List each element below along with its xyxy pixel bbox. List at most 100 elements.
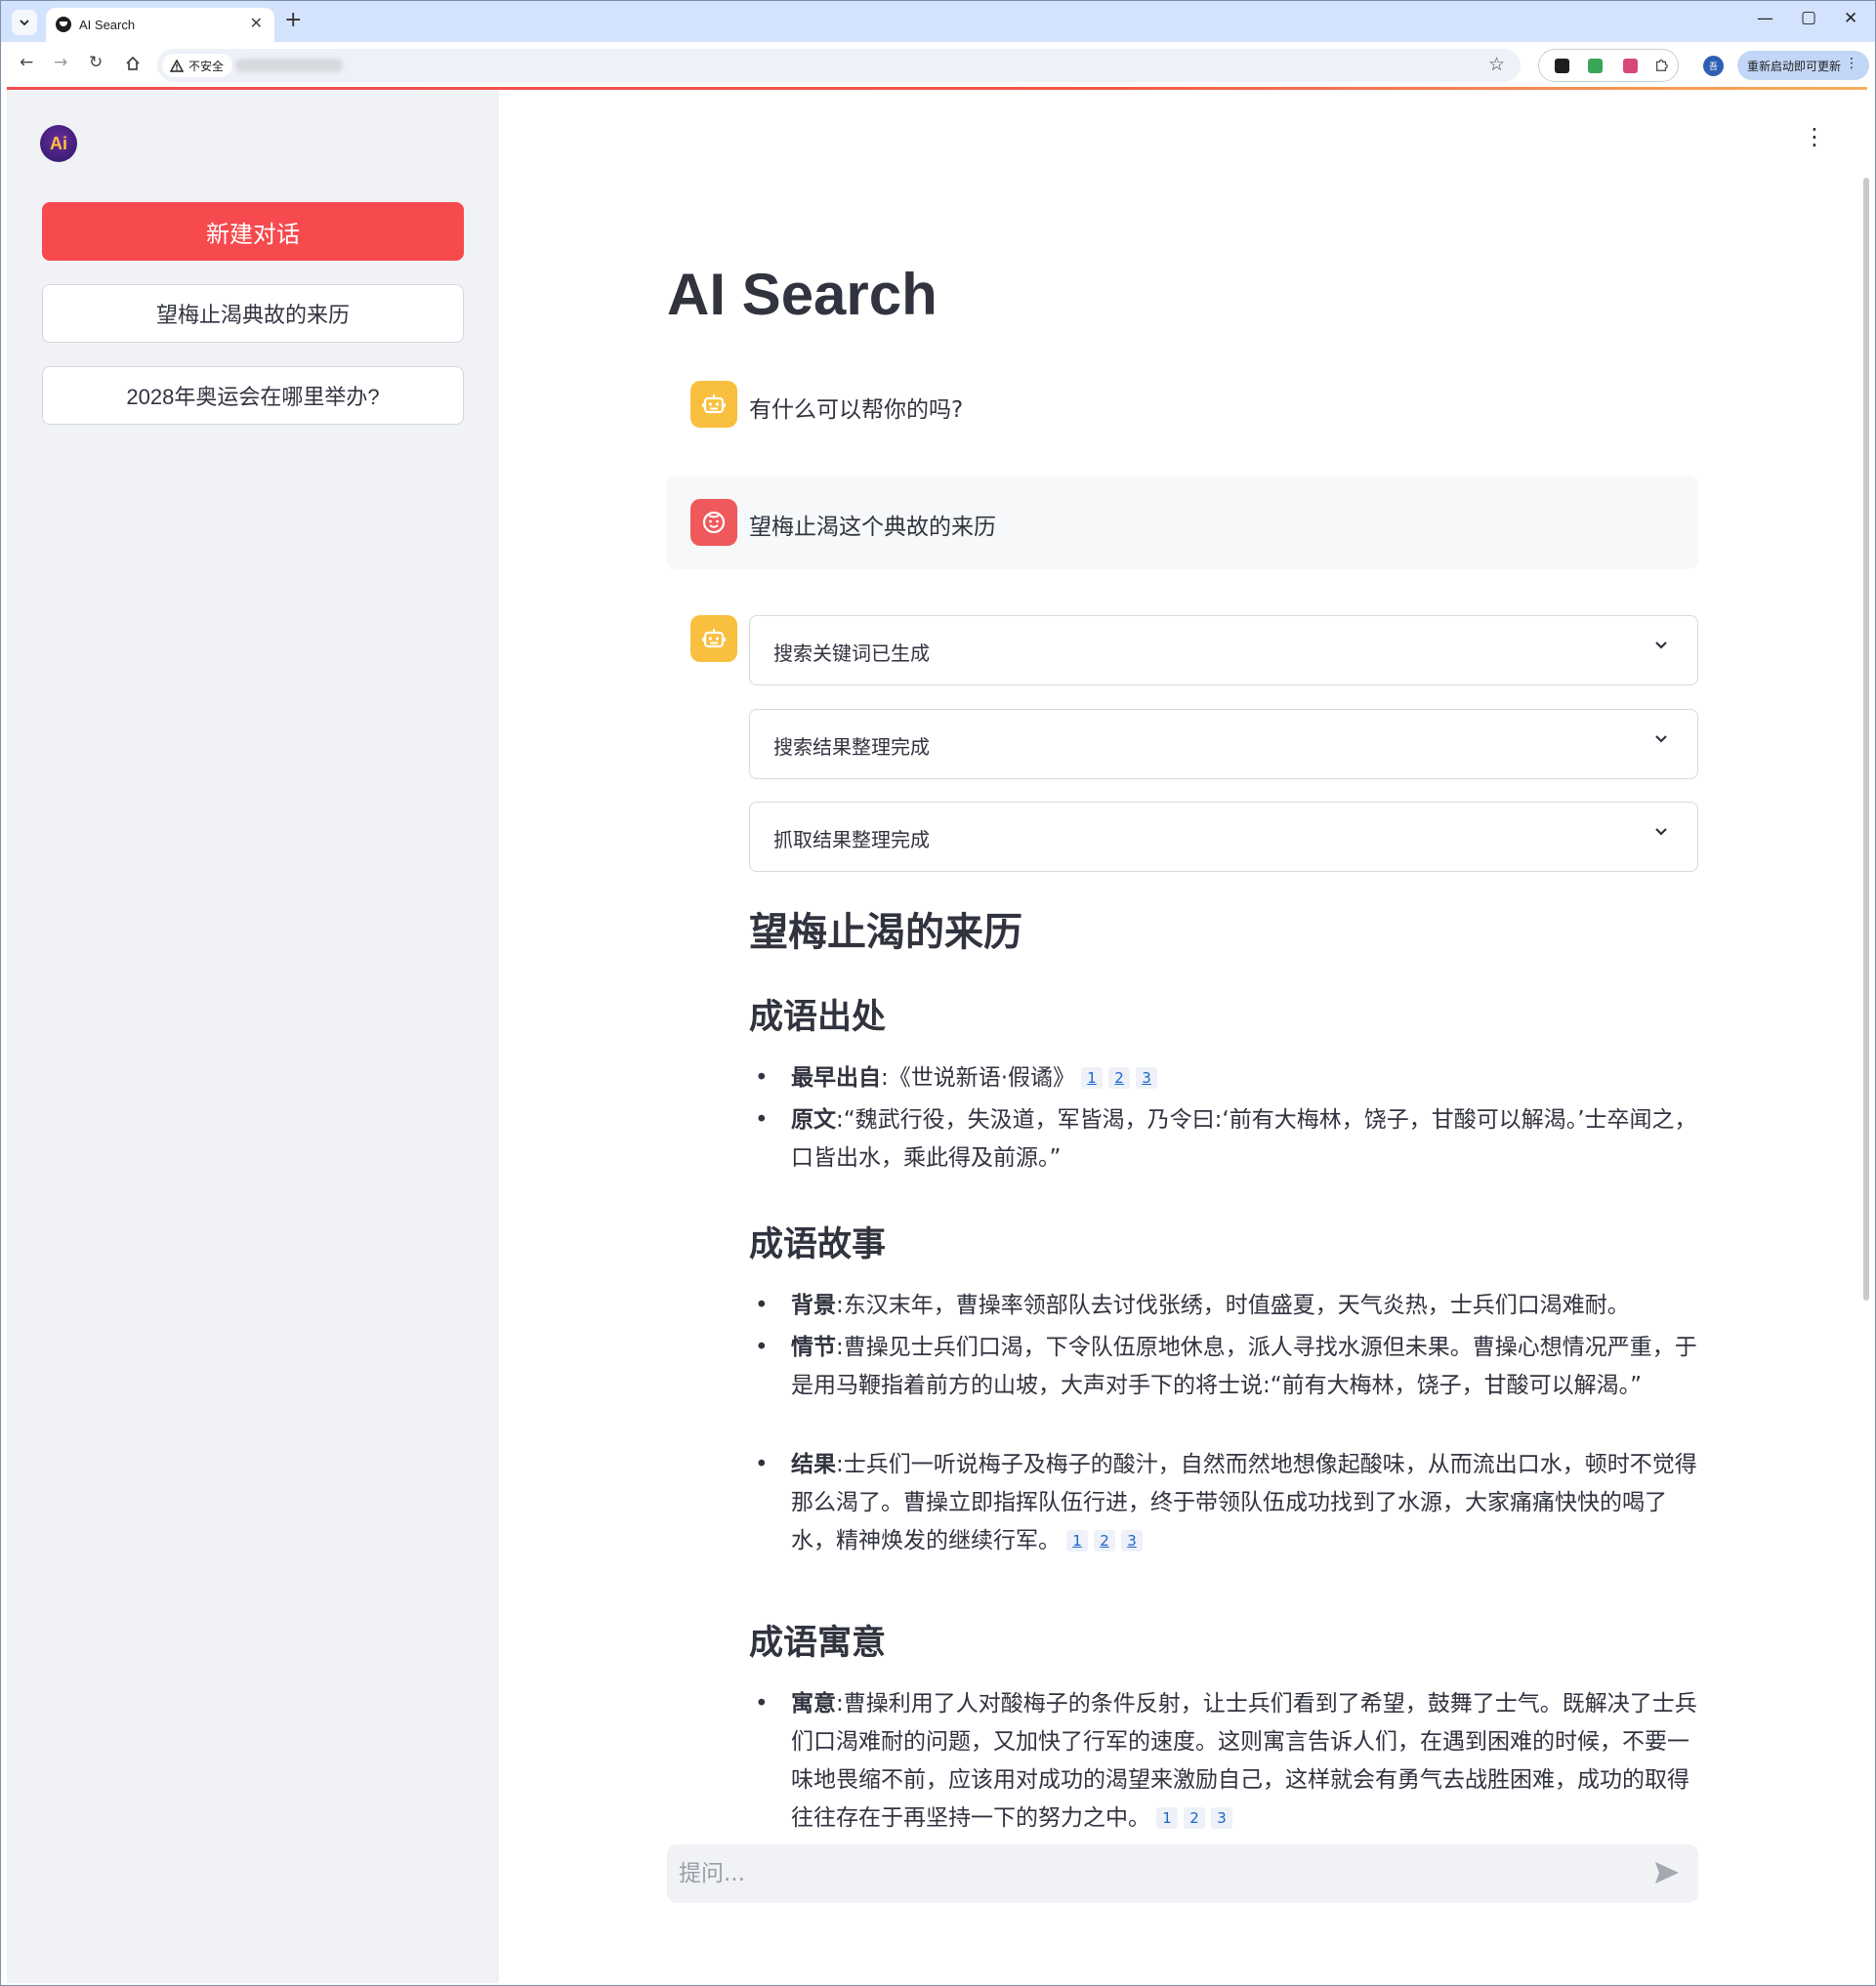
expander-label: 抓取结果整理完成 — [773, 828, 930, 851]
section-heading: 成语出处 — [749, 998, 887, 1037]
bullet-icon: • — [755, 1293, 769, 1318]
citation-link[interactable]: 3 — [1136, 1067, 1158, 1089]
bullet-icon: • — [755, 1691, 769, 1717]
bullet-icon: • — [755, 1452, 769, 1477]
history-item[interactable]: 望梅止渴典故的来历 — [42, 284, 464, 343]
item-term: 背景 — [791, 1293, 836, 1318]
new-tab-icon[interactable]: + — [284, 8, 302, 32]
item-text: 东汉末年，曹操率领部队去讨伐张绣，时值盛夏，天气炎热，士兵们口渴难耐。 — [843, 1293, 1630, 1318]
citation-link[interactable]: 1 — [1156, 1807, 1178, 1829]
step-expander-keywords[interactable]: 搜索关键词已生成 — [749, 615, 1698, 685]
tab-search-button[interactable] — [12, 10, 37, 35]
minimize-icon[interactable]: — — [1757, 9, 1773, 28]
answer-title: 望梅止渴的来历 — [749, 910, 1022, 955]
citation-link[interactable]: 1 — [1066, 1530, 1088, 1552]
item-sep: : — [836, 1107, 844, 1133]
maximize-icon[interactable]: ▢ — [1801, 8, 1816, 27]
new-chat-button[interactable]: 新建对话 — [42, 202, 464, 261]
page-title: AI Search — [667, 262, 938, 327]
chevron-down-icon — [20, 20, 29, 26]
chevron-down-icon — [1655, 735, 1667, 743]
forward-icon[interactable]: → — [54, 53, 67, 72]
bot-avatar — [690, 615, 737, 662]
section-heading: 成语故事 — [749, 1225, 887, 1264]
citation-link[interactable]: 2 — [1094, 1530, 1115, 1552]
item-text: 曹操见士兵们口渴，下令队伍原地休息，派人寻找水源但未果。曹操心想情况严重，于是用… — [791, 1335, 1697, 1398]
security-chip[interactable]: 不安全 — [162, 54, 233, 77]
more-options-icon[interactable]: ⋮ — [1803, 125, 1826, 148]
item-text: 士兵们一听说梅子及梅子的酸汁，自然而然地想像起酸味，从而流出口水，顿时不觉得那么… — [791, 1452, 1697, 1553]
tab-strip: AI Search ✕ + — ▢ ✕ — [1, 1, 1875, 42]
list-item: • 结果:士兵们一听说梅子及梅子的酸汁，自然而然地想像起酸味，从而流出口水，顿时不… — [749, 1446, 1698, 1560]
extensions-group — [1538, 49, 1679, 82]
robot-icon — [702, 629, 726, 648]
extension-2-icon[interactable] — [1588, 59, 1603, 73]
step-expander-crawl-results[interactable]: 抓取结果整理完成 — [749, 802, 1698, 872]
list-item: • 情节:曹操见士兵们口渴，下令队伍原地休息，派人寻找水源但未果。曹操心想情况严重… — [749, 1329, 1698, 1405]
item-sep: : — [836, 1293, 844, 1318]
citation-link[interactable]: 2 — [1108, 1067, 1131, 1089]
item-term: 结果 — [791, 1452, 836, 1477]
history-item[interactable]: 2028年奥运会在哪里举办? — [42, 366, 464, 425]
extension-1-icon[interactable] — [1555, 59, 1569, 73]
list-item: • 寓意:曹操利用了人对酸梅子的条件反射，让士兵们看到了希望，鼓舞了士气。既解决了… — [749, 1685, 1698, 1838]
url-text-redacted — [235, 59, 343, 72]
list-item: • 原文:“魏武行役，失汲道，军皆渴，乃令曰:‘前有大梅林，饶子，甘酸可以解渴。’… — [749, 1101, 1698, 1178]
back-icon[interactable]: ← — [20, 53, 33, 72]
item-term: 情节 — [791, 1335, 836, 1360]
expander-label: 搜索结果整理完成 — [773, 735, 930, 759]
profile-avatar[interactable]: 吾 — [1703, 56, 1724, 76]
item-text: 曹操利用了人对酸梅子的条件反射，让士兵们看到了希望，鼓舞了士气。既解决了士兵们口… — [791, 1691, 1697, 1831]
bullet-icon: • — [755, 1065, 769, 1091]
extension-3-icon[interactable] — [1623, 59, 1638, 73]
tab-title: AI Search — [79, 18, 136, 32]
item-sep: : — [881, 1065, 889, 1091]
browser-window: AI Search ✕ + — ▢ ✕ ← → ↻ 不安全 ☆ 吾 重新启动即可… — [0, 0, 1876, 1986]
chevron-down-icon — [1655, 641, 1667, 649]
reload-icon[interactable]: ↻ — [89, 53, 103, 72]
browser-menu-icon[interactable]: ⋮ — [1845, 56, 1858, 71]
puzzle-icon[interactable] — [1654, 58, 1669, 72]
bookmark-star-icon[interactable]: ☆ — [1488, 54, 1505, 75]
browser-toolbar: ← → ↻ 不安全 ☆ 吾 重新启动即可更新 ⋮ — [1, 42, 1875, 87]
assistant-greeting: 有什么可以帮你的吗? — [749, 397, 964, 423]
warning-icon — [170, 59, 184, 72]
close-window-icon[interactable]: ✕ — [1844, 9, 1857, 28]
item-sep: : — [836, 1335, 844, 1360]
citation-link[interactable]: 3 — [1121, 1530, 1143, 1552]
active-tab[interactable]: AI Search ✕ — [46, 8, 274, 42]
citation-link[interactable]: 1 — [1081, 1067, 1104, 1089]
item-term: 寓意 — [791, 1691, 836, 1717]
citation-link[interactable]: 2 — [1184, 1807, 1205, 1829]
chevron-down-icon — [1655, 828, 1667, 836]
bot-avatar — [690, 381, 737, 428]
user-avatar — [690, 499, 737, 546]
security-label: 不安全 — [188, 59, 225, 73]
chat-input-box — [667, 1844, 1698, 1903]
address-bar[interactable]: 不安全 ☆ — [157, 49, 1521, 82]
scrollbar-thumb[interactable] — [1863, 178, 1869, 1301]
user-question: 望梅止渴这个典故的来历 — [749, 515, 996, 540]
smiley-face-icon — [702, 511, 726, 534]
update-label: 重新启动即可更新 — [1747, 59, 1842, 73]
section-heading: 成语寓意 — [749, 1624, 887, 1663]
app-root: Ai 新建对话 望梅止渴典故的来历 2028年奥运会在哪里举办? ⋮ AI Se… — [7, 90, 1871, 1983]
home-icon[interactable] — [124, 55, 142, 72]
list-item: • 最早出自:《世说新语·假谲》 1 2 3 — [749, 1059, 1698, 1097]
step-expander-search-results[interactable]: 搜索结果整理完成 — [749, 709, 1698, 779]
bullet-icon: • — [755, 1335, 769, 1360]
main-panel: ⋮ AI Search 有什么可以帮你的吗? 望梅止渴这个典故的来历 搜索关键词… — [499, 90, 1871, 1983]
item-text: 《世说新语·假谲》 — [888, 1065, 1076, 1091]
send-icon[interactable] — [1653, 1860, 1681, 1885]
list-item: • 背景:东汉末年，曹操率领部队去讨伐张绣，时值盛夏，天气炎热，士兵们口渴难耐。 — [749, 1287, 1698, 1325]
sidebar: Ai 新建对话 望梅止渴典故的来历 2028年奥运会在哪里举办? — [7, 90, 499, 1983]
chat-input[interactable] — [679, 1854, 1616, 1893]
bullet-icon: • — [755, 1107, 769, 1133]
close-tab-icon[interactable]: ✕ — [250, 14, 263, 32]
item-sep: : — [836, 1452, 844, 1477]
expander-label: 搜索关键词已生成 — [773, 641, 930, 665]
update-button[interactable]: 重新启动即可更新 ⋮ — [1737, 51, 1869, 80]
user-message-row: 望梅止渴这个典故的来历 — [667, 476, 1698, 569]
citation-link[interactable]: 3 — [1211, 1807, 1232, 1829]
robot-icon — [702, 394, 726, 414]
